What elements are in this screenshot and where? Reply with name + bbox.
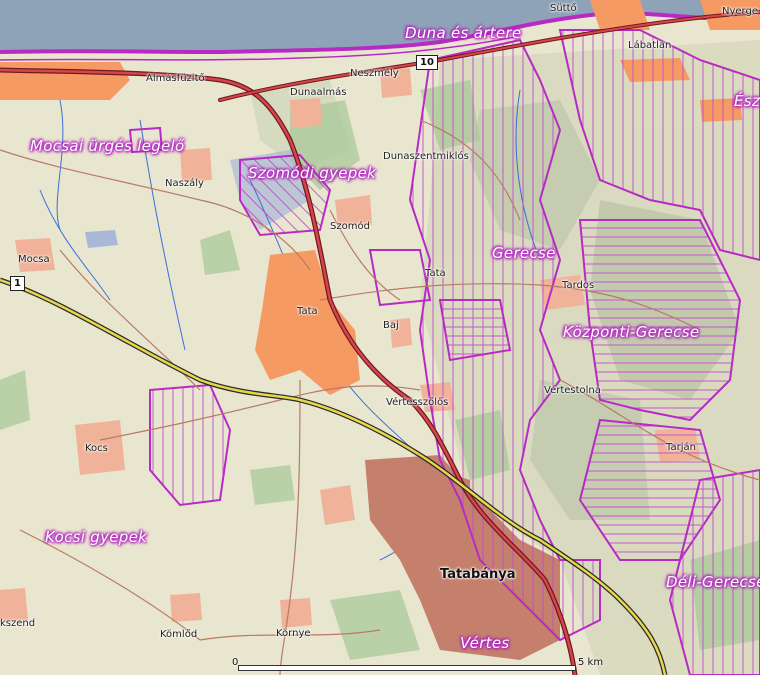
area-label-gerecse[interactable]: Gerecse (492, 244, 556, 262)
area-label-szomodi[interactable]: Szomódi gyepek (248, 164, 376, 182)
place-szomod[interactable]: Szomód (330, 221, 370, 232)
place-kocs[interactable]: Kocs (85, 443, 108, 454)
area-label-duna[interactable]: Duna és ártere (405, 24, 521, 42)
place-tatabanya[interactable]: Tatabánya (440, 567, 516, 582)
road-shield-10: 10 (416, 55, 438, 70)
area-label-kocsi[interactable]: Kocsi gyepek (45, 528, 147, 546)
area-label-kozponti-gerecse[interactable]: Központi-Gerecse (563, 323, 699, 341)
place-neszmely[interactable]: Neszmély (350, 68, 399, 79)
area-label-esz[interactable]: Ész (734, 92, 760, 110)
place-sutto[interactable]: Süttő (550, 3, 577, 14)
place-tata-village[interactable]: Tata (425, 268, 446, 279)
place-dunaalmas[interactable]: Dunaalmás (290, 87, 347, 98)
place-komlod[interactable]: Kömlőd (160, 629, 197, 640)
place-vertesszolos[interactable]: Vértesszőlős (386, 397, 448, 408)
area-label-vertes[interactable]: Vértes (460, 634, 510, 652)
place-dunaszentmiklos[interactable]: Dunaszentmiklós (383, 151, 469, 162)
scale-end-label: 5 km (578, 657, 604, 668)
place-tarjan[interactable]: Tarján (666, 442, 696, 453)
place-vertestolna[interactable]: Vértestolna (544, 385, 601, 396)
scale-bar (238, 662, 576, 671)
map-canvas[interactable]: Duna és ártere Mocsai ürgés legelő Szomó… (0, 0, 760, 675)
place-naszaly[interactable]: Naszály (165, 178, 204, 189)
place-kornye[interactable]: Környe (276, 628, 311, 639)
area-label-mocsai[interactable]: Mocsai ürgés legelő (30, 137, 185, 155)
place-almasfuzito[interactable]: Almásfüzitő (146, 73, 205, 84)
place-nyergesujfalu[interactable]: Nyerge (722, 6, 758, 17)
scale-start-label: 0 (232, 657, 239, 668)
road-shield-1: 1 (10, 276, 25, 291)
place-kszend[interactable]: kszend (0, 618, 35, 629)
area-label-deli-gerecse[interactable]: Déli-Gerecse (666, 573, 760, 591)
place-mocsa[interactable]: Mocsa (18, 254, 50, 265)
place-tata[interactable]: Tata (297, 306, 318, 317)
place-labatlan[interactable]: Lábatlan (628, 40, 671, 51)
place-baj[interactable]: Baj (383, 320, 399, 331)
place-tardos[interactable]: Tardos (562, 280, 594, 291)
